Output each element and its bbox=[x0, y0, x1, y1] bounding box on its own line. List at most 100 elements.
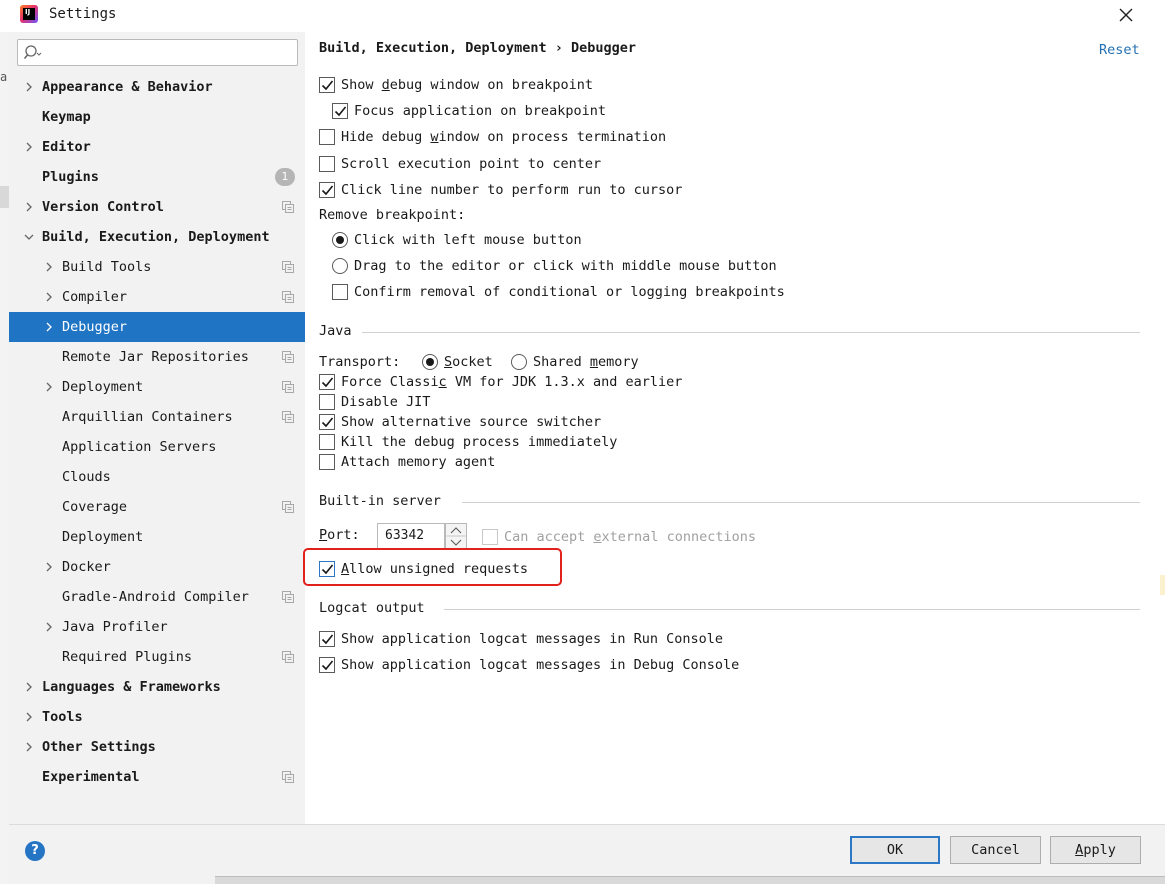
chevron-right-icon[interactable] bbox=[43, 561, 55, 573]
sidebar-item-label: Deployment bbox=[62, 529, 144, 545]
checkbox[interactable] bbox=[319, 156, 335, 172]
chevron-right-icon[interactable] bbox=[23, 141, 35, 153]
sidebar-item[interactable]: Required Plugins bbox=[9, 642, 305, 672]
checkmark-icon bbox=[321, 634, 334, 645]
cancel-button[interactable]: Cancel bbox=[950, 836, 1041, 864]
sidebar-item[interactable]: Debugger bbox=[9, 312, 305, 342]
sidebar-item[interactable]: Java Profiler bbox=[9, 612, 305, 642]
sidebar-item[interactable]: Deployment bbox=[9, 372, 305, 402]
sidebar-item-label: Keymap bbox=[42, 109, 91, 125]
background-window-edge bbox=[0, 32, 9, 884]
checkbox[interactable] bbox=[319, 454, 335, 470]
sidebar-item[interactable]: Arquillian Containers bbox=[9, 402, 305, 432]
window-title: Settings bbox=[49, 6, 117, 22]
checkbox[interactable] bbox=[319, 374, 335, 390]
background-window-text: a bbox=[0, 70, 8, 84]
chevron-right-icon[interactable] bbox=[43, 621, 55, 633]
sidebar-item-label: Arquillian Containers bbox=[62, 409, 233, 425]
chevron-right-icon[interactable] bbox=[43, 291, 55, 303]
chevron-right-icon[interactable] bbox=[23, 81, 35, 93]
sidebar-item[interactable]: Tools bbox=[9, 702, 305, 732]
checkbox[interactable] bbox=[319, 414, 335, 430]
sidebar-item[interactable]: Compiler bbox=[9, 282, 305, 312]
checkbox[interactable] bbox=[332, 103, 348, 119]
sidebar-item[interactable]: Other Settings bbox=[9, 732, 305, 762]
checkbox[interactable] bbox=[319, 434, 335, 450]
sidebar-item[interactable]: Languages & Frameworks bbox=[9, 672, 305, 702]
sidebar-item[interactable]: Plugins 1 bbox=[9, 162, 305, 192]
checkbox[interactable] bbox=[319, 394, 335, 410]
intellij-logo-icon: IJ bbox=[20, 5, 38, 23]
sidebar-item[interactable]: Coverage bbox=[9, 492, 305, 522]
checkbox[interactable] bbox=[319, 631, 335, 647]
transport-label: Transport: bbox=[319, 354, 401, 370]
sidebar-item[interactable]: Remote Jar Repositories bbox=[9, 342, 305, 372]
sidebar-item[interactable]: Docker bbox=[9, 552, 305, 582]
search-input[interactable] bbox=[48, 43, 288, 62]
sidebar-item[interactable]: Keymap bbox=[9, 102, 305, 132]
checkbox[interactable] bbox=[482, 529, 498, 545]
radio-button[interactable] bbox=[422, 354, 438, 370]
close-icon bbox=[1119, 8, 1133, 22]
apply-button[interactable]: Apply bbox=[1050, 836, 1141, 864]
section-divider bbox=[362, 332, 1140, 333]
port-input[interactable]: 63342 bbox=[377, 523, 445, 549]
checkbox[interactable] bbox=[319, 657, 335, 673]
chevron-right-icon[interactable] bbox=[23, 711, 35, 723]
radio-button[interactable] bbox=[511, 354, 527, 370]
sidebar-item-label: Experimental bbox=[42, 769, 140, 785]
chevron-right-icon[interactable] bbox=[43, 321, 55, 333]
title-bar: IJ Settings bbox=[0, 0, 1165, 32]
chevron-right-icon[interactable] bbox=[23, 681, 35, 693]
sidebar-item-label: Coverage bbox=[62, 499, 128, 515]
remove-breakpoint-label: Remove breakpoint: bbox=[319, 207, 466, 223]
chevron-right-icon[interactable] bbox=[43, 261, 55, 273]
sidebar-item[interactable]: Version Control bbox=[9, 192, 305, 222]
sidebar-item-label: Docker bbox=[62, 559, 111, 575]
section-title-java: Java bbox=[319, 323, 352, 339]
sidebar-item-label: Clouds bbox=[62, 469, 111, 485]
section-divider bbox=[444, 609, 1140, 610]
project-level-icon bbox=[282, 411, 294, 423]
section-title-logcat: Logcat output bbox=[319, 600, 425, 616]
sidebar-item[interactable]: Gradle-Android Compiler bbox=[9, 582, 305, 612]
sidebar-item[interactable]: Deployment bbox=[9, 522, 305, 552]
search-box[interactable] bbox=[17, 39, 298, 66]
chevron-right-icon[interactable] bbox=[23, 201, 35, 213]
checkmark-icon bbox=[321, 660, 334, 671]
chevron-right-icon[interactable] bbox=[43, 381, 55, 393]
checkmark-icon bbox=[321, 80, 334, 91]
update-count-badge: 1 bbox=[275, 168, 295, 186]
search-icon bbox=[24, 45, 42, 59]
chevron-right-icon[interactable] bbox=[23, 741, 35, 753]
sidebar-item-label: Tools bbox=[42, 709, 83, 725]
chevron-down-icon[interactable] bbox=[23, 231, 35, 243]
sidebar-item[interactable]: Editor bbox=[9, 132, 305, 162]
sidebar-item-label: Editor bbox=[42, 139, 91, 155]
radio-button[interactable] bbox=[332, 258, 348, 274]
checkbox[interactable] bbox=[319, 77, 335, 93]
checkbox[interactable] bbox=[332, 284, 348, 300]
sidebar-item-label: Languages & Frameworks bbox=[42, 679, 221, 695]
sidebar-item[interactable]: Appearance & Behavior bbox=[9, 72, 305, 102]
stepper-arrows-icon bbox=[446, 527, 466, 546]
close-button[interactable] bbox=[1111, 2, 1141, 28]
project-level-icon bbox=[282, 501, 294, 513]
background-window-edge bbox=[215, 876, 1165, 884]
radio-button[interactable] bbox=[332, 232, 348, 248]
reset-link[interactable]: Reset bbox=[1099, 42, 1140, 58]
sidebar-item[interactable]: Experimental bbox=[9, 762, 305, 792]
sidebar-item-label: Build Tools bbox=[62, 259, 152, 275]
sidebar-item[interactable]: Application Servers bbox=[9, 432, 305, 462]
sidebar-item[interactable]: Build, Execution, Deployment bbox=[9, 222, 305, 252]
checkbox[interactable] bbox=[319, 182, 335, 198]
port-label: Port: bbox=[319, 527, 360, 543]
ok-button[interactable]: OK bbox=[850, 836, 940, 864]
port-stepper[interactable] bbox=[445, 523, 467, 549]
help-button[interactable]: ? bbox=[25, 841, 45, 861]
checkbox[interactable] bbox=[319, 129, 335, 145]
sidebar-item[interactable]: Clouds bbox=[9, 462, 305, 492]
checkmark-icon bbox=[334, 106, 347, 117]
sidebar-item[interactable]: Build Tools bbox=[9, 252, 305, 282]
annotation-highlight-box bbox=[303, 548, 562, 586]
